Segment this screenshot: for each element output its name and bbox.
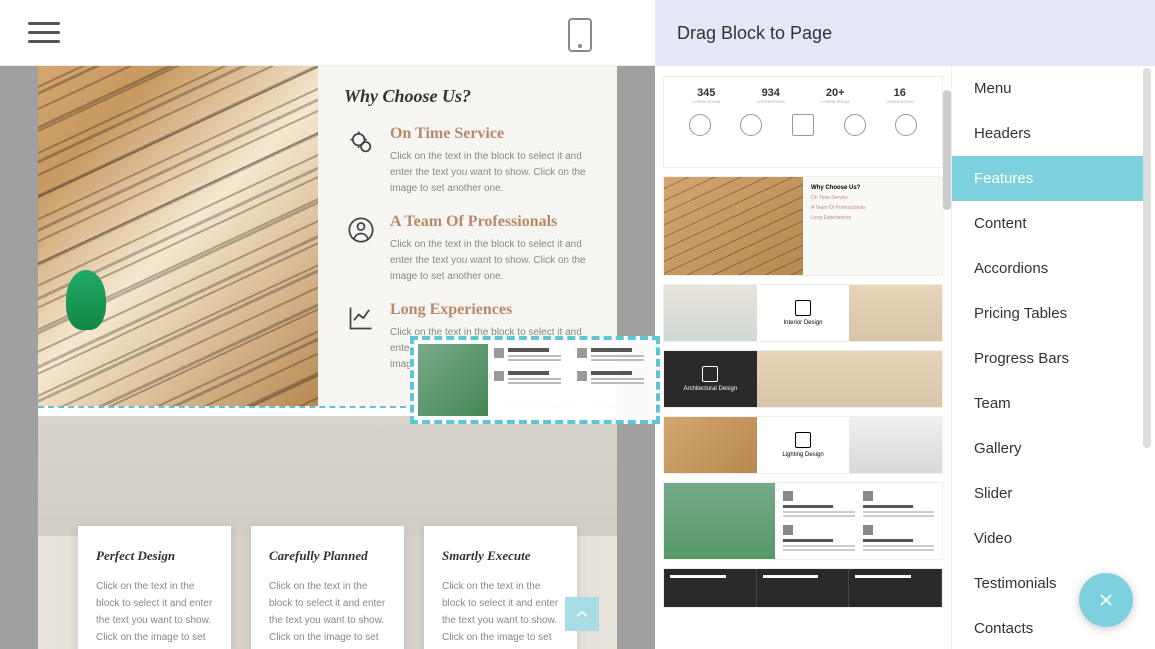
bulb-icon: [795, 432, 811, 448]
feature-desc[interactable]: Click on the text in the block to select…: [390, 149, 591, 197]
blocks-panel-header: Drag Block to Page: [655, 0, 1155, 66]
chart-icon: [344, 301, 378, 335]
category-video[interactable]: Video: [952, 516, 1151, 561]
card-title[interactable]: Perfect Design: [96, 548, 213, 564]
close-panel-button[interactable]: [1079, 573, 1133, 627]
info-card[interactable]: Carefully Planned Click on the text in th…: [251, 526, 404, 649]
feature-item[interactable]: On Time Service Click on the text in the …: [344, 125, 591, 197]
block-thumb-lighting[interactable]: Lighting Design: [663, 416, 943, 474]
category-content[interactable]: Content: [952, 201, 1151, 246]
cards-section[interactable]: Perfect Design Click on the text in the b…: [38, 416, 617, 649]
info-card[interactable]: Smartly Execute Click on the text in the …: [424, 526, 577, 649]
block-thumb-arch[interactable]: Architectural Design: [663, 350, 943, 408]
block-thumb-stats[interactable]: 345LOREM IPSUM 934LOREM IPSUM 20+LOREM I…: [663, 76, 943, 168]
block-thumb-why-choose[interactable]: Why Choose Us?On Time ServiceA Team Of P…: [663, 176, 943, 276]
category-gallery[interactable]: Gallery: [952, 426, 1151, 471]
feature-title[interactable]: Long Experiences: [390, 301, 591, 319]
block-thumbnails[interactable]: 345LOREM IPSUM 934LOREM IPSUM 20+LOREM I…: [655, 66, 951, 649]
panel-title: Drag Block to Page: [677, 23, 832, 44]
category-headers[interactable]: Headers: [952, 111, 1151, 156]
feature-title[interactable]: A Team Of Professionals: [390, 213, 591, 231]
dragging-block-preview[interactable]: [410, 336, 660, 424]
cards-row: Perfect Design Click on the text in the b…: [38, 526, 617, 649]
category-features[interactable]: Features: [952, 156, 1151, 201]
info-card[interactable]: Perfect Design Click on the text in the b…: [78, 526, 231, 649]
menu-button[interactable]: [28, 16, 60, 49]
person-icon: [344, 213, 378, 247]
blocks-panel: 345LOREM IPSUM 934LOREM IPSUM 20+LOREM I…: [655, 66, 1155, 649]
feature-title[interactable]: On Time Service: [390, 125, 591, 143]
category-menu[interactable]: Menu: [952, 66, 1151, 111]
category-accordions[interactable]: Accordions: [952, 246, 1151, 291]
building-icon: [702, 366, 718, 382]
card-desc[interactable]: Click on the text in the block to select…: [442, 578, 559, 649]
mobile-preview-icon[interactable]: [568, 18, 592, 52]
block-thumb-dark-cols[interactable]: [663, 568, 943, 608]
category-slider[interactable]: Slider: [952, 471, 1151, 516]
category-pricing[interactable]: Pricing Tables: [952, 291, 1151, 336]
feature-desc[interactable]: Click on the text in the block to select…: [390, 237, 591, 285]
gear-icon: [344, 125, 378, 159]
category-team[interactable]: Team: [952, 381, 1151, 426]
block-thumb-details[interactable]: [663, 482, 943, 560]
section-image[interactable]: [38, 66, 318, 406]
close-icon: [1096, 590, 1116, 610]
categories-scrollbar[interactable]: [1143, 68, 1151, 448]
scroll-top-button[interactable]: [565, 597, 599, 631]
section-heading[interactable]: Why Choose Us?: [344, 86, 591, 107]
block-thumb-interior[interactable]: Interior Design: [663, 284, 943, 342]
card-title[interactable]: Carefully Planned: [269, 548, 386, 564]
category-list: Menu Headers Features Content Accordions…: [951, 66, 1151, 649]
card-desc[interactable]: Click on the text in the block to select…: [96, 578, 213, 649]
card-desc[interactable]: Click on the text in the block to select…: [269, 578, 386, 649]
card-title[interactable]: Smartly Execute: [442, 548, 559, 564]
ghost-image: [418, 344, 488, 416]
category-progress[interactable]: Progress Bars: [952, 336, 1151, 381]
feature-item[interactable]: A Team Of Professionals Click on the text…: [344, 213, 591, 285]
house-icon: [795, 300, 811, 316]
thumbs-scrollbar[interactable]: [943, 90, 951, 210]
